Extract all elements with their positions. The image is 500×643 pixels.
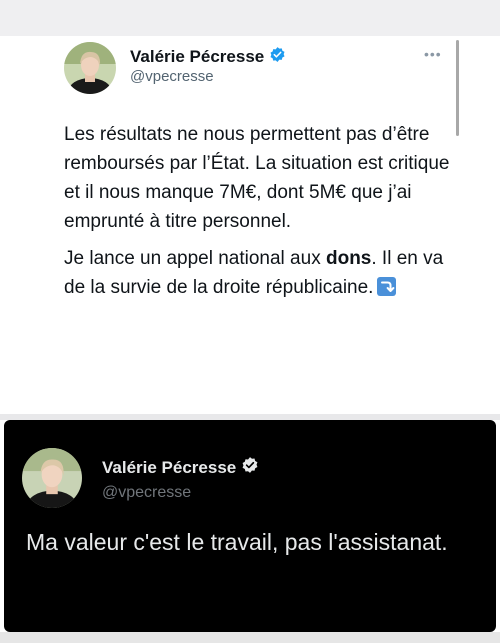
author-row: Valérie Pécresse — [130, 46, 286, 68]
author-name[interactable]: Valérie Pécresse — [102, 458, 236, 478]
verified-badge-icon — [269, 46, 286, 68]
author-name[interactable]: Valérie Pécresse — [130, 47, 264, 67]
avatar[interactable] — [64, 42, 116, 94]
right-arrow-curving-down-icon — [377, 277, 397, 296]
avatar[interactable] — [22, 448, 82, 508]
donations-keyword: dons — [325, 248, 372, 269]
bottom-strip — [0, 632, 500, 643]
tweet-paragraph-1: Les résultats ne nous permettent pas d’ê… — [64, 124, 450, 232]
author-handle[interactable]: @vpecresse — [102, 484, 191, 502]
tweet-text: Les résultats ne nous permettent pas d’ê… — [64, 120, 456, 302]
scrollbar[interactable] — [456, 40, 459, 136]
tweet-card-light[interactable]: Valérie Pécresse @vpecresse ••• Les résu… — [0, 36, 500, 414]
author-handle[interactable]: @vpecresse — [130, 68, 214, 85]
tweet-paragraph-2: Je lance un appel national aux dons. Il … — [64, 244, 456, 302]
top-strip — [0, 0, 500, 36]
verified-badge-icon — [241, 456, 259, 479]
tweet-text: Ma valeur c'est le travail, pas l'assist… — [26, 529, 448, 555]
more-options-icon[interactable]: ••• — [424, 46, 442, 62]
tweet-card-dark[interactable]: Valérie Pécresse @vpecresse Ma valeur c'… — [4, 420, 496, 632]
paragraph-2-start: Je lance un appel national aux — [64, 248, 326, 269]
author-row: Valérie Pécresse — [102, 456, 259, 479]
